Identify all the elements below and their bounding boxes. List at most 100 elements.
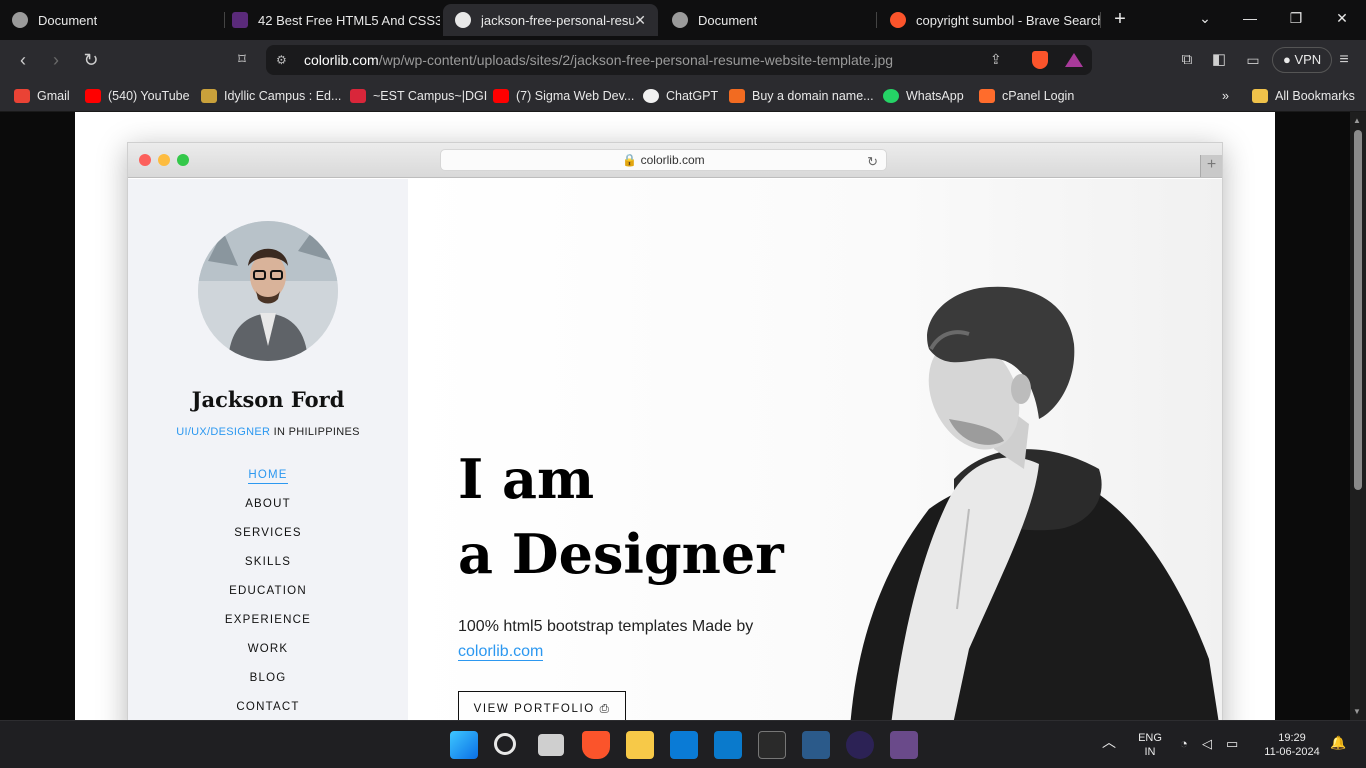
tab-jackson-image[interactable]: jackson-free-personal-resum ✕ <box>443 4 658 36</box>
menu-item-blog: BLOG <box>128 672 408 684</box>
whatsapp-icon <box>883 89 899 103</box>
menu-item-about: ABOUT <box>128 498 408 510</box>
tab-label: 42 Best Free HTML5 And CSS3 Lo <box>258 12 440 28</box>
mysql-workbench-icon[interactable] <box>802 731 830 759</box>
page-scrollbar[interactable]: ▲ ▼ <box>1350 112 1366 720</box>
terminal-icon[interactable] <box>758 731 786 759</box>
tab-document-2[interactable]: Document <box>660 4 876 36</box>
menu-label: ABOUT <box>245 498 291 510</box>
avatar-photo <box>198 221 338 361</box>
bookmark-label: WhatsApp <box>906 89 964 103</box>
page-viewport: 🔒 colorlib.com ↻ + Jackson Ford UI/UX/DE… <box>0 112 1366 720</box>
hero-subtitle-text: 100% html5 bootstrap templates Made by <box>458 618 754 635</box>
tab-document-1[interactable]: Document <box>0 4 224 36</box>
bookmark-sigma-web-dev[interactable]: (7) Sigma Web Dev... <box>493 87 634 105</box>
search-icon[interactable] <box>494 733 516 755</box>
brave-shields-icon[interactable] <box>1032 51 1048 69</box>
menu-icon[interactable]: ≡ <box>1333 50 1355 70</box>
hero-title-line2: a Designer <box>458 522 784 586</box>
extensions-icon[interactable]: ⧉ <box>1176 50 1198 70</box>
close-window-button[interactable]: ✕ <box>1332 10 1352 27</box>
menu-label: BLOG <box>249 672 287 684</box>
browser-toolbar: ‹ › ↻ ⌑ ⚙ colorlib.com/wp/wp-content/upl… <box>0 40 1366 80</box>
notification-bell-icon[interactable]: 🔔 <box>1330 736 1346 750</box>
vpn-label: VPN <box>1294 52 1322 67</box>
minimize-button[interactable]: — <box>1240 10 1260 26</box>
close-icon[interactable]: ✕ <box>634 12 646 29</box>
battery-icon[interactable]: ▭ <box>1226 737 1238 751</box>
task-view-icon[interactable] <box>538 734 564 756</box>
site-info-icon[interactable]: ⚙ <box>276 53 287 67</box>
menu-label: SERVICES <box>234 527 302 539</box>
vscode-icon[interactable] <box>714 731 742 759</box>
bookmark-whatsapp[interactable]: WhatsApp <box>883 87 964 105</box>
domain-icon <box>729 89 745 103</box>
bookmarks-bar: Gmail (540) YouTube Idyllic Campus : Ed.… <box>0 80 1366 112</box>
wifi-icon[interactable]: ◔ <box>1180 737 1188 751</box>
menu-label: WORK <box>247 643 289 655</box>
back-button[interactable]: ‹ <box>12 50 34 70</box>
menu-item-skills: SKILLS <box>128 556 408 568</box>
tab-label: copyright sumbol - Brave Search <box>916 12 1100 28</box>
view-portfolio-button: VIEW PORTFOLIO ⎙ <box>458 691 626 720</box>
bookmarks-overflow-icon[interactable]: » <box>1222 87 1229 105</box>
scrollbar-thumb[interactable] <box>1354 130 1362 490</box>
menu-item-services: SERVICES <box>128 527 408 539</box>
bookmark-cpanel[interactable]: cPanel Login <box>979 87 1074 105</box>
menu-item-contact: CONTACT <box>128 701 408 713</box>
share-icon[interactable]: ⇪ <box>990 51 1002 68</box>
tab-colorlib[interactable]: 42 Best Free HTML5 And CSS3 Lo <box>220 4 440 36</box>
brave-browser-icon[interactable] <box>582 731 610 759</box>
language-label: ENG <box>1138 732 1162 744</box>
reload-button[interactable]: ↻ <box>80 50 102 70</box>
bookmark-youtube[interactable]: (540) YouTube <box>85 87 190 105</box>
vpn-button[interactable]: ● VPN <box>1272 47 1333 73</box>
new-tab-button[interactable]: + <box>1108 8 1132 31</box>
menu-item-home: HOME <box>128 469 408 484</box>
all-bookmarks[interactable]: All Bookmarks <box>1252 87 1355 105</box>
brave-rewards-icon[interactable] <box>1065 53 1083 67</box>
clock[interactable]: 19:29 11-06-2024 <box>1256 731 1328 759</box>
tab-separator <box>876 12 877 28</box>
forward-button[interactable]: › <box>45 50 67 70</box>
plus-icon: + <box>1200 155 1222 177</box>
menu-label: SKILLS <box>244 556 292 568</box>
file-explorer-icon[interactable] <box>626 731 654 759</box>
hero-section: I am a Designer 100% html5 bootstrap tem… <box>409 179 1222 720</box>
bookmark-est-campus[interactable]: ~EST Campus~|DGI <box>350 87 487 105</box>
bookmark-domain[interactable]: Buy a domain name... <box>729 87 874 105</box>
reload-icon: ↻ <box>867 154 878 169</box>
language-indicator[interactable]: ENG IN <box>1134 731 1166 759</box>
menu-item-work: WORK <box>128 643 408 655</box>
bookmark-label: Buy a domain name... <box>752 89 874 103</box>
volume-icon[interactable]: ◁ <box>1202 737 1212 751</box>
menu-label: HOME <box>248 469 288 484</box>
eclipse-icon[interactable] <box>846 731 874 759</box>
scroll-down-icon[interactable]: ▼ <box>1353 707 1361 716</box>
store-icon[interactable] <box>670 731 698 759</box>
windows-start-icon[interactable] <box>450 731 478 759</box>
tray-chevron-icon[interactable]: ︿ <box>1102 735 1116 749</box>
bookmark-gmail[interactable]: Gmail <box>14 87 70 105</box>
gmail-icon <box>14 89 30 103</box>
bookmark-icon[interactable]: ⌑ <box>231 50 253 70</box>
restore-button[interactable]: ❐ <box>1286 10 1306 27</box>
url-domain: colorlib.com <box>304 52 379 68</box>
est-campus-icon <box>350 89 366 103</box>
bookmark-idyllic-campus[interactable]: Idyllic Campus : Ed... <box>201 87 341 105</box>
address-bar[interactable]: ⚙ colorlib.com/wp/wp-content/uploads/sit… <box>266 45 1092 75</box>
close-dot-icon <box>139 154 151 166</box>
bookmark-chatgpt[interactable]: ChatGPT <box>643 87 718 105</box>
sidebar-icon[interactable]: ◧ <box>1208 50 1230 70</box>
youtube-icon <box>85 89 101 103</box>
wallet-icon[interactable]: ▭ <box>1242 50 1264 70</box>
menu-item-education: EDUCATION <box>128 585 408 597</box>
chatgpt-icon <box>643 89 659 103</box>
dev-ide-icon[interactable] <box>890 731 918 759</box>
scroll-up-icon[interactable]: ▲ <box>1353 116 1361 125</box>
tab-brave-search[interactable]: copyright sumbol - Brave Search <box>878 4 1100 36</box>
campus-icon <box>201 89 217 103</box>
hero-subtitle: 100% html5 bootstrap templates Made by c… <box>458 614 798 664</box>
menu-label: EXPERIENCE <box>224 614 312 626</box>
tab-search-chevron-icon[interactable]: ⌄ <box>1195 10 1215 27</box>
